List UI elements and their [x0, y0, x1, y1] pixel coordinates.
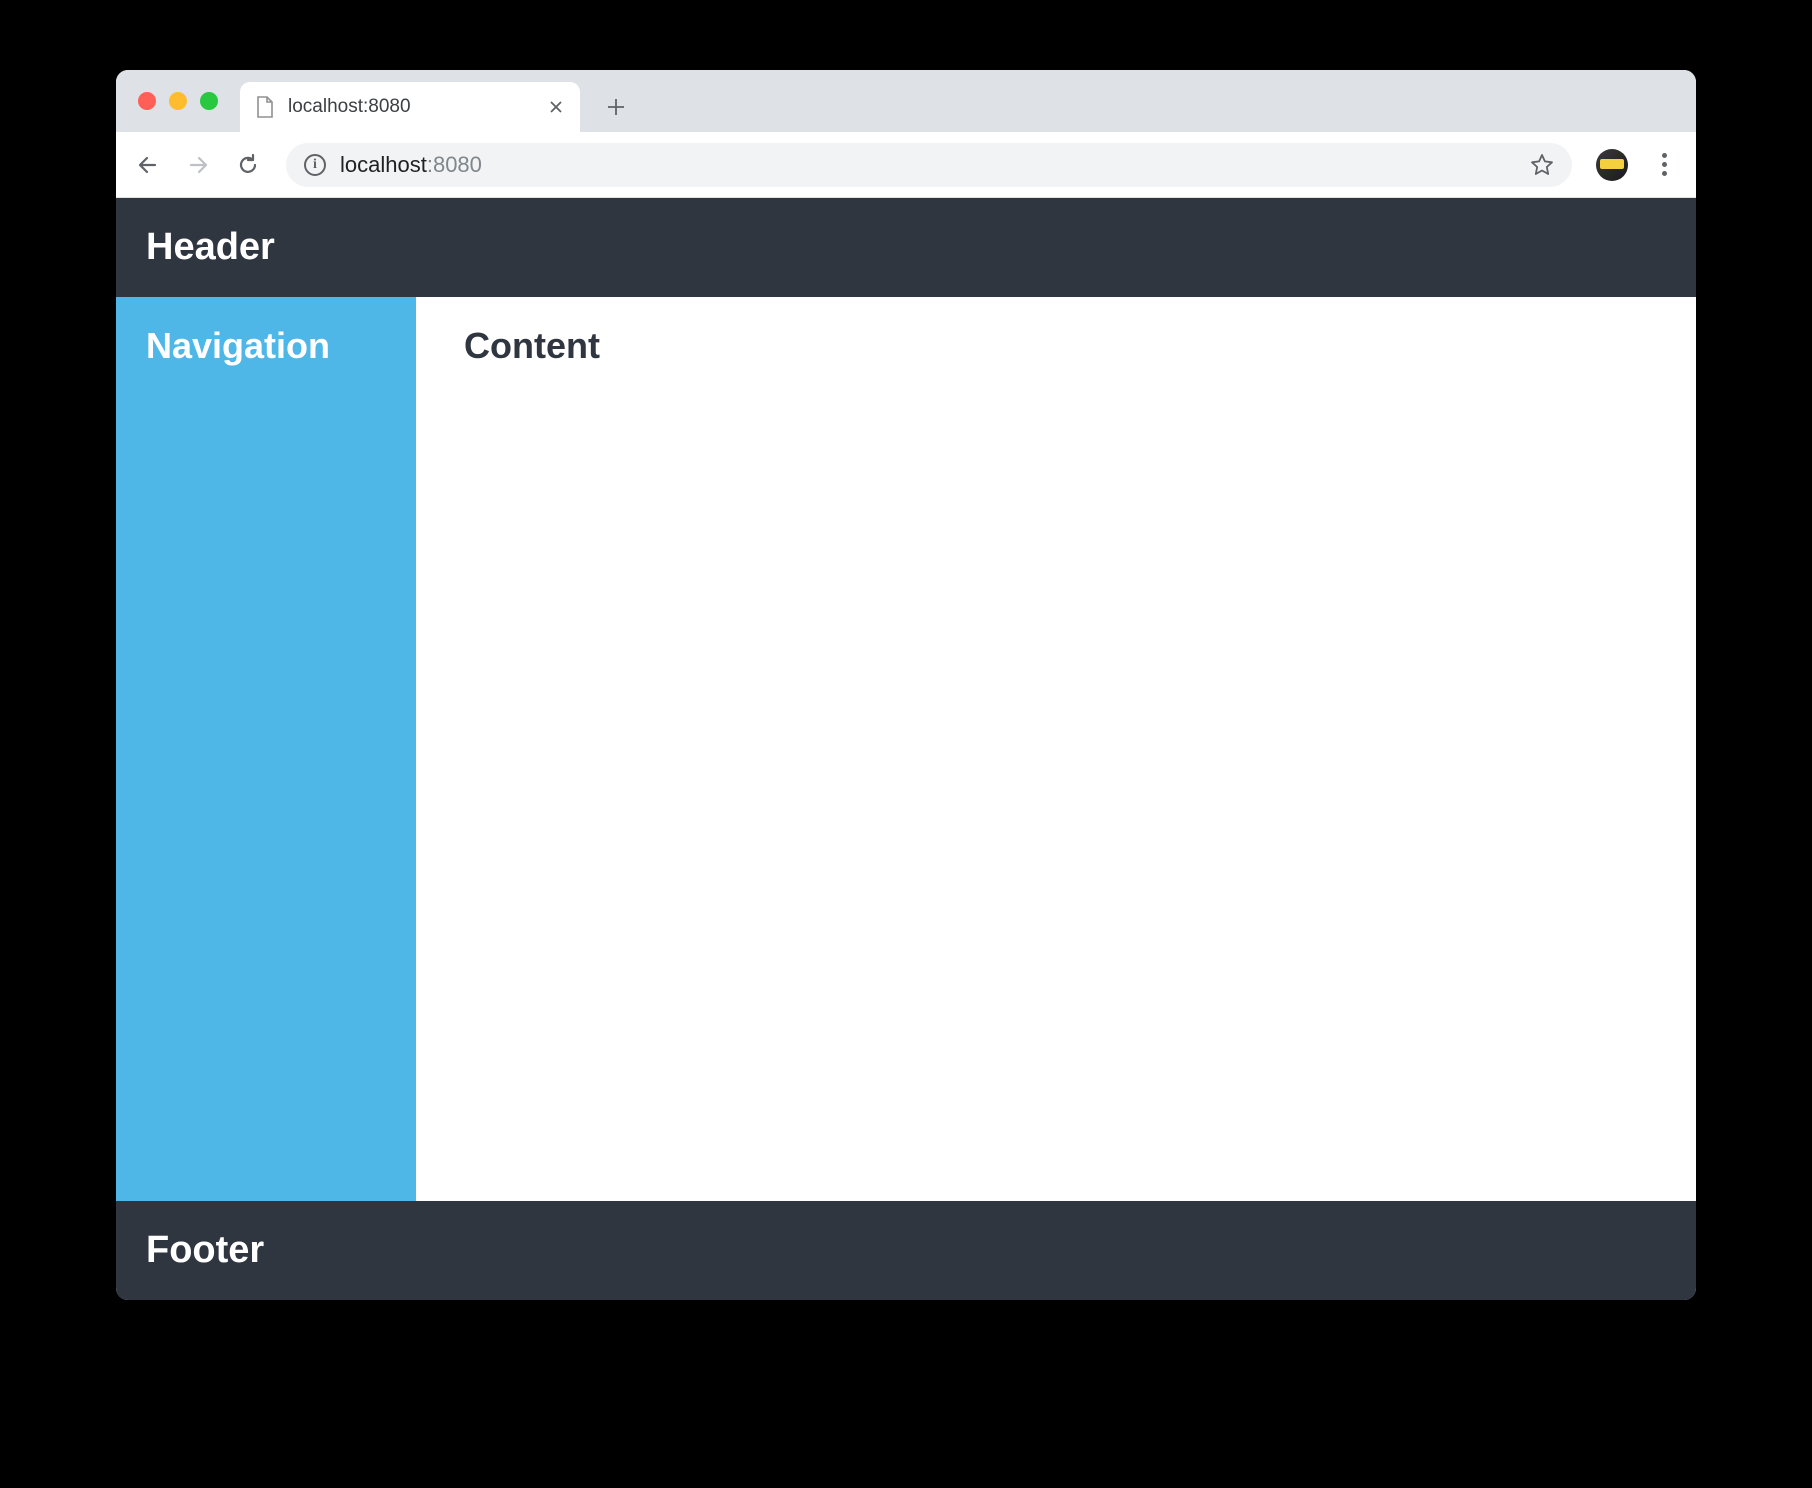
page-content: Content: [416, 297, 1696, 1201]
url-port: :8080: [427, 152, 482, 177]
window-minimize-button[interactable]: [169, 92, 187, 110]
profile-avatar[interactable]: [1596, 149, 1628, 181]
window-controls: [138, 92, 218, 110]
page-body: Navigation Content: [116, 297, 1696, 1201]
site-info-icon[interactable]: i: [304, 154, 326, 176]
page-viewport: Header Navigation Content Footer: [116, 198, 1696, 1300]
bookmark-star-icon[interactable]: [1530, 153, 1554, 177]
tab-title: localhost:8080: [288, 96, 534, 118]
url-text: localhost:8080: [340, 152, 482, 178]
tab-strip: localhost:8080: [116, 70, 1696, 132]
browser-tab[interactable]: localhost:8080: [240, 82, 580, 132]
page-header: Header: [116, 198, 1696, 297]
footer-title: Footer: [146, 1229, 264, 1271]
forward-button[interactable]: [178, 145, 218, 185]
file-icon: [254, 96, 276, 118]
header-title: Header: [146, 226, 275, 268]
content-title: Content: [464, 325, 600, 366]
browser-toolbar: i localhost:8080: [116, 132, 1696, 198]
new-tab-button[interactable]: [596, 87, 636, 127]
tab-close-button[interactable]: [546, 97, 566, 117]
window-maximize-button[interactable]: [200, 92, 218, 110]
url-host: localhost: [340, 152, 427, 177]
browser-window: localhost:8080: [116, 70, 1696, 1300]
window-close-button[interactable]: [138, 92, 156, 110]
back-button[interactable]: [128, 145, 168, 185]
address-bar[interactable]: i localhost:8080: [286, 143, 1572, 187]
reload-button[interactable]: [228, 145, 268, 185]
navigation-title: Navigation: [146, 325, 330, 366]
page-footer: Footer: [116, 1201, 1696, 1300]
page-navigation: Navigation: [116, 297, 416, 1201]
browser-menu-button[interactable]: [1644, 145, 1684, 185]
